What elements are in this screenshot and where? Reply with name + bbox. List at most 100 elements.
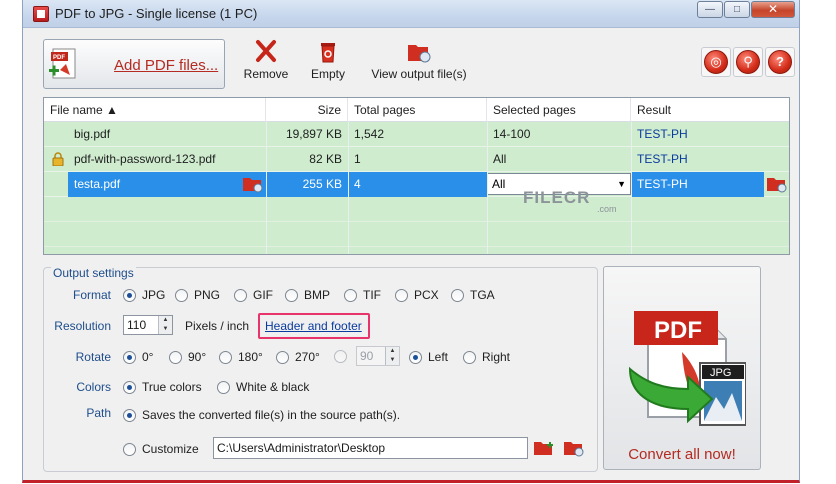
format-option-label: TIF: [363, 288, 381, 302]
close-button[interactable]: ✕: [751, 1, 795, 18]
table-row[interactable]: big.pdf 19,897 KB 1,542 14-100 TEST-PH: [44, 122, 789, 147]
path-source-radio[interactable]: Saves the converted file(s) in the sourc…: [123, 408, 400, 422]
col-size[interactable]: Size: [266, 98, 348, 122]
radio-indicator: [123, 288, 136, 302]
convert-all-now-label: Convert all now!: [628, 446, 736, 463]
format-tga-radio[interactable]: TGA: [451, 288, 495, 302]
table-row[interactable]: pdf-with-password-123.pdf 82 KB 1 All TE…: [44, 147, 789, 172]
header-footer-link[interactable]: Header and footer: [265, 319, 362, 333]
pdf-to-jpg-icon: PDF JPG: [628, 311, 746, 426]
svg-text:PDF: PDF: [53, 55, 65, 61]
radio-indicator: [123, 380, 136, 394]
remove-button[interactable]: Remove: [241, 37, 291, 81]
format-png-radio[interactable]: PNG: [175, 288, 220, 302]
format-option-label: PNG: [194, 288, 221, 302]
pdf-badge-text: PDF: [654, 317, 702, 344]
file-list-grid[interactable]: File name ▲ Size Total pages Selected pa…: [43, 97, 790, 255]
radio-indicator: [234, 288, 247, 302]
col-total-pages[interactable]: Total pages: [348, 98, 487, 122]
path-customize-label: Customize: [142, 442, 199, 456]
format-option-label: JPG: [142, 288, 166, 302]
radio-indicator: [285, 288, 298, 302]
window-controls: — □ ✕: [696, 1, 795, 18]
empty-row: [44, 247, 789, 254]
remove-label: Remove: [243, 67, 289, 81]
rotate-90-radio[interactable]: 90°: [169, 350, 206, 364]
path-input[interactable]: C:\Users\Administrator\Desktop: [213, 437, 528, 459]
watermark-text: FILECR: [523, 188, 591, 207]
browse-folder-icon[interactable]: [533, 439, 555, 457]
format-jpg-radio[interactable]: JPG: [123, 288, 165, 302]
rotate-option-label: 90°: [188, 350, 207, 364]
minimize-button[interactable]: —: [697, 1, 723, 18]
open-folder-icon[interactable]: [242, 175, 264, 193]
empty-row: [44, 222, 789, 247]
column-divider: [348, 122, 349, 254]
col-selected-pages[interactable]: Selected pages: [487, 98, 631, 122]
rotate-left-radio[interactable]: Left: [409, 350, 448, 364]
rotate-right-radio[interactable]: Right: [463, 350, 510, 364]
radio-indicator: [217, 380, 230, 394]
resolution-stepper[interactable]: 110 ▲ ▼: [123, 315, 173, 335]
col-file-name[interactable]: File name ▲: [44, 98, 266, 122]
path-source-label: Saves the converted file(s) in the sourc…: [142, 408, 401, 422]
window-title: PDF to JPG - Single license (1 PC): [55, 6, 258, 21]
radio-indicator: [344, 288, 357, 302]
help-button[interactable]: ?: [768, 50, 792, 74]
watermark: FILECR .com: [523, 188, 617, 214]
path-customize-radio[interactable]: Customize: [123, 442, 199, 456]
radio-indicator: [334, 350, 347, 363]
rotate-270-radio[interactable]: 270°: [276, 350, 320, 364]
format-gif-radio[interactable]: GIF: [234, 288, 273, 302]
result-cell[interactable]: TEST-PH: [631, 147, 694, 172]
remove-x-icon: [256, 40, 276, 62]
format-option-label: GIF: [253, 288, 273, 302]
rotate-option-label: 270°: [295, 350, 320, 364]
format-bmp-radio[interactable]: BMP: [285, 288, 330, 302]
white-black-radio[interactable]: White & black: [217, 380, 309, 394]
jpg-badge-text: JPG: [710, 367, 731, 379]
app-logo-icon: [33, 6, 49, 22]
rotate-custom-radio[interactable]: [334, 350, 353, 363]
format-pcx-radio[interactable]: PCX: [395, 288, 439, 302]
radio-indicator: [409, 350, 422, 364]
rotate-180-radio[interactable]: 180°: [219, 350, 263, 364]
toolbar: PDF Add PDF files... Remove Empty View o…: [23, 29, 799, 93]
empty-label: Empty: [310, 67, 345, 81]
rotate-option-label: 180°: [238, 350, 263, 364]
radio-indicator: [395, 288, 408, 302]
column-divider: [631, 122, 632, 254]
output-settings-title: Output settings: [51, 266, 136, 280]
empty-button[interactable]: Empty: [305, 37, 351, 81]
web-globe-icon[interactable]: ◎: [704, 50, 728, 74]
col-result[interactable]: Result: [631, 98, 789, 122]
true-colors-radio[interactable]: True colors: [123, 380, 202, 394]
radio-indicator: [276, 350, 289, 364]
selected-pages-cell[interactable]: All: [487, 147, 512, 172]
maximize-button[interactable]: □: [724, 1, 750, 18]
rotate-right-label: Right: [482, 350, 511, 364]
file-name-cell: big.pdf: [74, 127, 111, 141]
table-row-selected[interactable]: testa.pdf 255 KB 4 All ▼ TEST-PH: [44, 172, 789, 197]
resolution-value: 110: [127, 318, 147, 332]
result-cell[interactable]: TEST-PH: [631, 172, 764, 197]
rotate-0-radio[interactable]: 0°: [123, 350, 153, 364]
selected-pages-cell[interactable]: 14-100: [487, 122, 536, 147]
view-output-files-button[interactable]: View output file(s): [369, 37, 469, 81]
convert-all-now-button[interactable]: PDF JPG Convert all now!: [603, 266, 761, 470]
result-cell[interactable]: TEST-PH: [631, 122, 694, 147]
key-icon[interactable]: ⚲: [736, 50, 760, 74]
add-pdf-files-button[interactable]: PDF Add PDF files...: [43, 39, 225, 89]
open-folder-icon[interactable]: [563, 439, 585, 457]
custom-angle-stepper: 90 ▲ ▼: [356, 346, 400, 366]
stepper-arrows-icon[interactable]: ▲ ▼: [158, 316, 172, 334]
format-option-label: TGA: [470, 288, 495, 302]
format-tif-radio[interactable]: TIF: [344, 288, 381, 302]
size-cell: 82 KB: [309, 152, 342, 166]
title-bar: PDF to JPG - Single license (1 PC) — □ ✕: [23, 0, 799, 28]
radio-indicator: [451, 288, 464, 302]
file-name-cell: pdf-with-password-123.pdf: [74, 152, 216, 166]
open-folder-icon[interactable]: [766, 175, 788, 193]
total-pages-cell: 1: [354, 152, 361, 166]
rotate-option-label: 0°: [142, 350, 154, 364]
